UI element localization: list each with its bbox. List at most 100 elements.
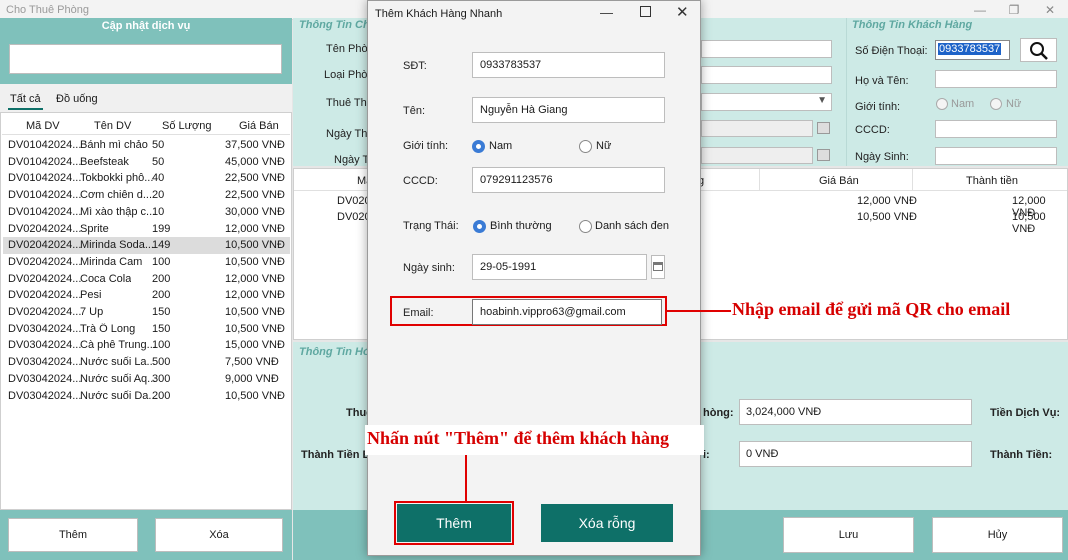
name-input[interactable]: Nguyễn Hà Giang bbox=[472, 97, 665, 123]
checkout-date-input[interactable] bbox=[701, 147, 813, 164]
delete-service-button[interactable]: Xóa bbox=[155, 518, 283, 552]
table-cell: DV01042024... bbox=[8, 155, 82, 168]
customer-info-title: Thông Tin Khách Hàng bbox=[852, 19, 973, 31]
table-row[interactable]: DV02042024... 7 Up 150 10,500 VNĐ bbox=[3, 304, 290, 321]
calendar-icon[interactable] bbox=[817, 122, 830, 134]
add-button-highlight-box bbox=[394, 501, 514, 545]
table-cell: DV02042024... bbox=[8, 306, 82, 318]
clear-form-button[interactable]: Xóa rỗng bbox=[541, 504, 673, 542]
service-header-panel: Cập nhật dịch vụ bbox=[0, 18, 292, 84]
service-search-input[interactable] bbox=[9, 44, 282, 74]
minimize-icon[interactable]: — bbox=[600, 5, 613, 20]
table-cell: DV02042024... bbox=[8, 222, 82, 235]
gender-female-text: Nữ bbox=[596, 140, 612, 152]
table-cell: 100 bbox=[152, 255, 171, 268]
status-normal-text: Bình thường bbox=[490, 220, 552, 232]
table-cell: 150 bbox=[152, 322, 171, 335]
table-cell: Pesi bbox=[80, 289, 102, 302]
table-cell: DV02042024... bbox=[8, 239, 82, 252]
gender-female-radio[interactable] bbox=[579, 140, 592, 153]
calendar-icon[interactable] bbox=[817, 149, 830, 161]
customer-phone-value: 0933783537 bbox=[938, 43, 1002, 55]
table-cell: DV02042024... bbox=[8, 255, 82, 268]
table-cell: Mirinda Soda... bbox=[80, 239, 154, 252]
checkin-date-input[interactable] bbox=[701, 120, 813, 137]
table-row[interactable]: DV03042024... Nước suối La... 500 7,500 VNĐ bbox=[3, 354, 290, 371]
status-blacklist-text: Danh sách đen bbox=[595, 220, 669, 232]
table-cell: Mirinda Cam bbox=[80, 255, 143, 268]
room-fee-field: 3,024,000 VNĐ bbox=[739, 399, 972, 425]
rent-type-select[interactable]: ▼ bbox=[701, 93, 832, 111]
room-info-title: Thông Tin Chi bbox=[299, 19, 373, 31]
table-row[interactable]: DV01042024... Bánh mì chảo 50 37,500 VNĐ bbox=[3, 137, 290, 154]
col-header-total[interactable]: Thành tiền bbox=[966, 175, 1018, 187]
restore-icon[interactable]: ❐ bbox=[1006, 2, 1022, 18]
table-cell: 40 bbox=[152, 172, 165, 185]
table-row[interactable]: DV02042024... Coca Cola 200 12,000 VNĐ bbox=[3, 271, 290, 288]
service-actions: Thêm Xóa bbox=[0, 510, 292, 560]
service-tabs: Tất cả Đồ uống bbox=[0, 84, 292, 112]
email-label: Email: bbox=[403, 307, 434, 319]
customer-name-input[interactable] bbox=[935, 70, 1057, 88]
room-name-input[interactable] bbox=[701, 40, 832, 58]
maximize-icon[interactable] bbox=[640, 6, 651, 17]
table-cell: DV02042024... bbox=[8, 272, 82, 285]
table-row[interactable]: DV02042024... Mirinda Cam 100 10,500 VNĐ bbox=[3, 254, 290, 271]
col-header-price[interactable]: Giá Bán bbox=[819, 175, 859, 187]
table-row[interactable]: DV01042024... Mì xào thập c... 10 30,000 VN… bbox=[3, 204, 290, 221]
table-row[interactable]: DV03042024... Cà phê Trung... 100 15,000 VN… bbox=[3, 337, 290, 354]
table-cell: 10,500 VNĐ bbox=[225, 239, 285, 252]
col-header-name[interactable]: Tên DV bbox=[94, 120, 131, 132]
status-normal-radio[interactable] bbox=[473, 220, 486, 233]
cancel-button[interactable]: Hủy bbox=[932, 517, 1063, 553]
table-cell: 10,500 VNĐ bbox=[225, 389, 285, 402]
table-row[interactable]: DV02042024... Pesi 200 12,000 VNĐ bbox=[3, 287, 290, 304]
table-cell: 10,500 VNĐ bbox=[225, 322, 285, 335]
gender-male-radio[interactable] bbox=[472, 140, 485, 153]
customer-phone-input[interactable]: 0933783537 bbox=[935, 40, 1010, 60]
add-service-button[interactable]: Thêm bbox=[8, 518, 138, 552]
table-cell: Beefsteak bbox=[80, 155, 129, 168]
close-icon[interactable]: ✕ bbox=[1042, 2, 1058, 18]
table-cell: 10,500 VNĐ bbox=[225, 306, 285, 318]
tab-drinks[interactable]: Đồ uống bbox=[56, 93, 98, 105]
tab-all[interactable]: Tất cả bbox=[10, 93, 41, 105]
customer-dob-label: Ngày Sinh: bbox=[855, 151, 909, 163]
window-title: Cho Thuê Phòng bbox=[6, 4, 89, 16]
status-blacklist-radio[interactable] bbox=[579, 220, 592, 233]
phone-input[interactable]: 0933783537 bbox=[472, 52, 665, 78]
table-cell: DV03042024... bbox=[8, 356, 82, 369]
table-row[interactable]: DV01042024... Beefsteak 50 45,000 VNĐ bbox=[3, 154, 290, 171]
calendar-icon[interactable] bbox=[651, 255, 665, 279]
room-type-input[interactable] bbox=[701, 66, 832, 84]
table-cell: Cà phê Trung... bbox=[80, 339, 156, 352]
table-row[interactable]: DV02042024... Sprite 199 12,000 VNĐ bbox=[3, 221, 290, 238]
table-row[interactable]: DV03042024... Trà Ô Long 150 10,500 VNĐ bbox=[3, 321, 290, 338]
table-row[interactable]: DV01042024... Tokbokki phô... 40 22,500 VNĐ bbox=[3, 170, 290, 187]
customer-dob-input[interactable] bbox=[935, 147, 1057, 165]
col-header-code[interactable]: Mã DV bbox=[26, 120, 60, 132]
save-button[interactable]: Lưu bbox=[783, 517, 914, 553]
table-cell: 45,000 VNĐ bbox=[225, 155, 285, 168]
customer-gender-female-radio[interactable] bbox=[990, 98, 1002, 110]
email-annotation-text: Nhập email để gửi mã QR cho email bbox=[732, 299, 1011, 319]
table-cell: 200 bbox=[152, 272, 171, 285]
customer-gender-male-radio[interactable] bbox=[936, 98, 948, 110]
minimize-icon[interactable]: — bbox=[972, 2, 988, 18]
email-input[interactable]: hoabinh.vippro63@gmail.com bbox=[472, 299, 662, 325]
table-cell: 12,000 VNĐ bbox=[225, 222, 285, 235]
close-icon[interactable]: ✕ bbox=[676, 3, 689, 21]
table-row[interactable]: DV01042024... Cơm chiên d... 20 22,500 VNĐ bbox=[3, 187, 290, 204]
service-header-title: Cập nhật dịch vụ bbox=[101, 20, 191, 32]
table-row[interactable]: DV03042024... Nước suối Da... 200 10,500 VN… bbox=[3, 388, 290, 405]
col-header-price[interactable]: Giá Bán bbox=[239, 120, 279, 132]
search-customer-button[interactable] bbox=[1020, 38, 1057, 62]
table-row[interactable]: DV02042024... Mirinda Soda... 149 10,500 VN… bbox=[3, 237, 290, 254]
col-header-qty[interactable]: Số Lượng bbox=[162, 120, 211, 132]
customer-id-input[interactable] bbox=[935, 120, 1057, 138]
id-input[interactable]: 079291123576 bbox=[472, 167, 665, 193]
table-row[interactable]: DV03042024... Nước suối Aq... 300 9,000 VNĐ bbox=[3, 371, 290, 388]
dob-input[interactable]: 29-05-1991 bbox=[472, 254, 647, 280]
other-fee-label: i: bbox=[703, 449, 710, 461]
table-cell: DV03042024... bbox=[8, 339, 82, 352]
